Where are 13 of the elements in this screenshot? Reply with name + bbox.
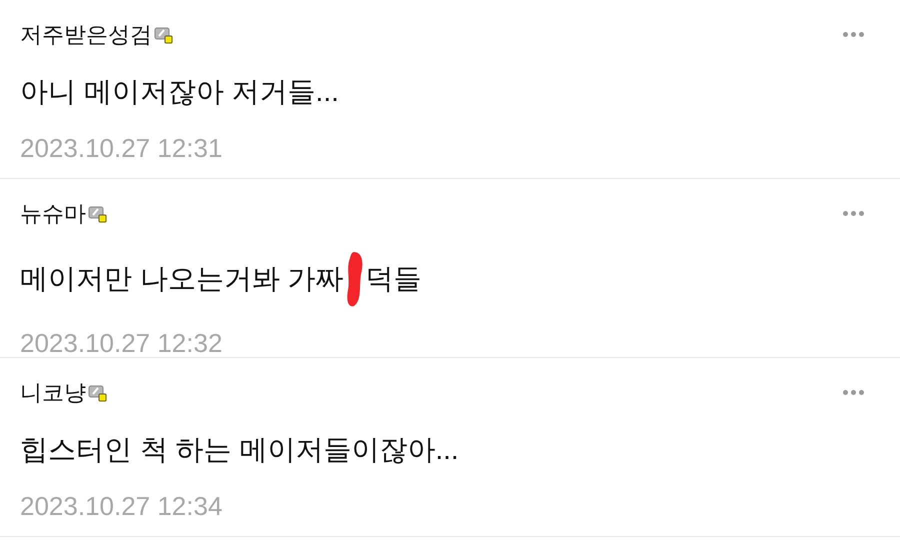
badge-icon bbox=[154, 24, 174, 44]
badge-icon bbox=[88, 382, 108, 402]
comment-text: 아니 메이저잖아 저거들... bbox=[20, 75, 339, 109]
badge-icon bbox=[88, 204, 108, 224]
comment-timestamp: 2023.10.27 12:31 bbox=[20, 132, 224, 165]
comment-text: 덕들 bbox=[366, 262, 422, 296]
comment-text: 메이저만 나오는거봐 가짜 bbox=[20, 262, 344, 296]
author-name: 니코냥 bbox=[20, 379, 86, 407]
comment-text: 힙스터인 척 하는 메이저들이잖아... bbox=[20, 433, 459, 467]
comment-timestamp: 2023.10.27 12:32 bbox=[20, 327, 224, 360]
author-name: 뉴슈마 bbox=[20, 200, 86, 228]
comment-timestamp: 2023.10.27 12:34 bbox=[20, 490, 224, 523]
author-name: 저주받은성검 bbox=[20, 21, 152, 49]
